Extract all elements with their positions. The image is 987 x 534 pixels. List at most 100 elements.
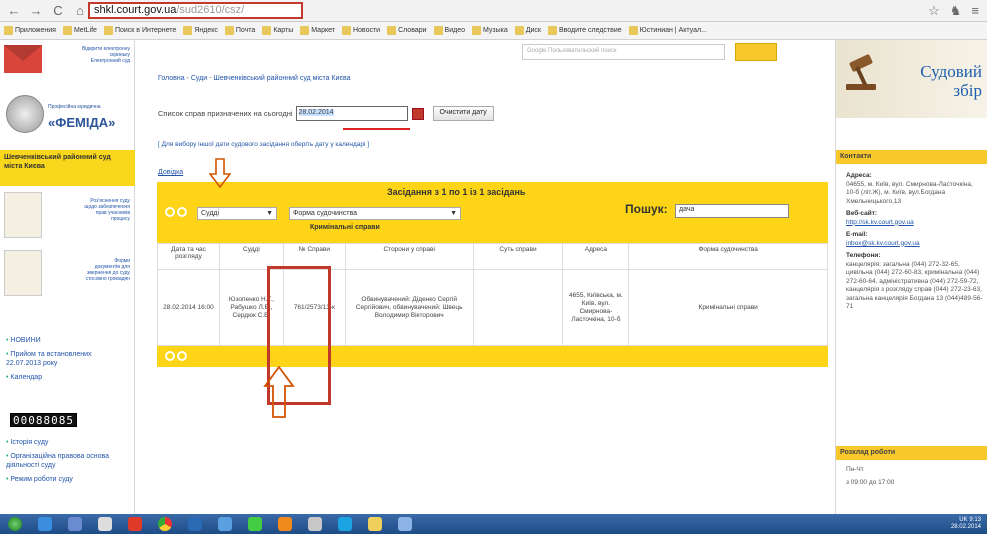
extension-icon[interactable]: ♞	[950, 3, 962, 19]
document-thumbnail[interactable]	[4, 250, 42, 296]
website-label: Веб-сайт:	[846, 210, 878, 217]
femida-title[interactable]: «ФЕМІДА»	[48, 115, 115, 130]
column-header[interactable]: Суть справи	[472, 243, 564, 270]
doc-link-1[interactable]: Роз'яснення суду щодо забезпечення прав уч…	[48, 198, 130, 222]
site-search-input[interactable]: Google Пользовательский поиск	[522, 44, 725, 60]
bookmark-icon	[472, 26, 481, 35]
home-icon[interactable]: ⌂	[72, 3, 88, 19]
sidebar-links: • Історія суду • Організаційна правова о…	[6, 438, 126, 484]
app-icon[interactable]	[218, 517, 232, 531]
column-header[interactable]: Сторони у справі	[344, 243, 474, 270]
sidebar-link[interactable]: • Організаційна правова основа діяльност…	[6, 452, 126, 470]
help-link[interactable]: Довідка	[158, 169, 183, 176]
news-item[interactable]: • Прийом та встановлених 22.07.2013 року	[6, 350, 116, 368]
doc-link-2[interactable]: Форми документів для звернення до суду стос…	[48, 258, 130, 282]
proceeding-form-value: Форма судочинства	[293, 210, 358, 217]
court-fee-banner[interactable]: Судовий збір	[836, 40, 987, 118]
forward-icon[interactable]: →	[28, 3, 44, 19]
bookmark-item[interactable]: Маркет	[300, 26, 335, 35]
table-row[interactable]: 28.02.2014 16:00 Юзопенко Н.Г., Рабушко …	[157, 269, 828, 346]
star-icon[interactable]: ☆	[928, 3, 940, 19]
address-label: Адреса:	[846, 172, 872, 179]
bookmark-item[interactable]: Вводите следствие	[547, 26, 622, 35]
bookmarks-bar: Приложения MetLife Поиск в Интернете Янд…	[0, 22, 987, 40]
proceeding-form-select[interactable]: Форма судочинства ▼	[289, 207, 461, 220]
mail-banner-text[interactable]: Відкрити електронну скриньку Електронний с…	[50, 46, 130, 64]
date-input[interactable]: 28.02.2014	[295, 106, 408, 121]
start-button-icon[interactable]	[8, 517, 22, 531]
app-icon[interactable]	[398, 517, 412, 531]
bookmark-item[interactable]: Приложения	[4, 26, 56, 35]
internet-explorer-icon[interactable]	[38, 517, 52, 531]
system-tray[interactable]: UK 9:13 28.02.2014	[951, 517, 981, 531]
yandex-browser-icon[interactable]	[128, 517, 142, 531]
chrome-icon[interactable]	[158, 517, 172, 531]
results-header: Засідання з 1 по 1 із 1 засідань Судді ▼ …	[157, 182, 828, 243]
table-header-row: Дата та час розгляду Судді № Справи Стор…	[157, 243, 828, 270]
bookmark-item[interactable]: Почта	[224, 26, 255, 35]
windows-explorer-icon[interactable]	[68, 517, 82, 531]
judges-select[interactable]: Судді ▼	[197, 207, 277, 220]
clock-date: 28.02.2014	[950, 524, 981, 530]
arrow-down-icon	[209, 158, 231, 188]
address-bar[interactable]: shkl.court.gov.ua/sud2610/csz/	[88, 2, 303, 19]
email-link[interactable]: inbox@sk.kv.court.gov.ua	[846, 240, 984, 249]
website-link[interactable]: http://sk.kv.court.gov.ua	[846, 219, 984, 228]
prev-page-icon[interactable]	[165, 207, 175, 217]
court-name: Шевченківський районний суд міста Києва	[0, 150, 135, 186]
news-item[interactable]: • Календар	[6, 373, 116, 382]
language-indicator[interactable]: UK	[959, 517, 967, 523]
judges-select-value: Судді	[201, 210, 220, 217]
sidebar-link[interactable]: • Історія суду	[6, 438, 126, 447]
bookmark-item[interactable]: Юстиниан | Актуал...	[628, 26, 707, 35]
date-annotation-underline	[343, 128, 410, 130]
bookmark-item[interactable]: Яндекс	[183, 26, 218, 35]
page-content: Відкрити електронну скриньку Електронний с…	[0, 40, 987, 514]
bookmark-item[interactable]: Музыка	[472, 26, 508, 35]
next-page-icon[interactable]	[177, 351, 187, 361]
bookmark-item[interactable]: Диск	[514, 26, 541, 35]
clear-date-button[interactable]: Очистити дату	[432, 106, 494, 121]
next-page-icon[interactable]	[177, 207, 187, 217]
bookmark-item[interactable]: Словари	[387, 26, 427, 35]
bookmark-item[interactable]: Новости	[341, 26, 380, 35]
bookmark-icon	[341, 26, 351, 35]
app-icon[interactable]	[308, 517, 322, 531]
gavel-icon	[846, 54, 876, 90]
back-icon[interactable]: ←	[6, 3, 22, 19]
breadcrumb-item[interactable]: Шевченківський районний суд міста Києва	[213, 75, 350, 82]
bookmark-item[interactable]: Видео	[433, 26, 465, 35]
bookmark-item[interactable]: Поиск в Интернете	[103, 26, 176, 35]
odnoklassniki-icon[interactable]	[278, 517, 292, 531]
arrow-up-icon	[263, 366, 295, 418]
clock-time: 9:13	[969, 517, 981, 523]
browser-toolbar: ← → C ⌂ shkl.court.gov.ua/sud2610/csz/ ☆…	[0, 0, 987, 22]
sidebar-link[interactable]: • Режим роботи суду	[6, 475, 126, 484]
calendar-icon[interactable]	[411, 107, 424, 120]
folder-icon[interactable]	[368, 517, 382, 531]
bookmark-icon	[514, 26, 524, 35]
hearings-panel: Засідання з 1 по 1 із 1 засідань Судді ▼ …	[157, 182, 828, 405]
app-icon[interactable]	[248, 517, 262, 531]
prev-page-icon[interactable]	[165, 351, 175, 361]
phones-text: канцелярія: загальна (044) 272-32-65, ци…	[846, 260, 983, 311]
menu-icon[interactable]: ≡	[971, 3, 979, 19]
bookmark-icon	[103, 26, 113, 35]
breadcrumb-item[interactable]: Суди	[191, 75, 207, 82]
bookmark-item[interactable]: MetLife	[62, 26, 97, 35]
sidebar-news-list: • НОВИНИ • Прийом та встановлених 22.07.…	[6, 336, 116, 382]
bookmark-icon	[547, 26, 557, 35]
column-header[interactable]: Дата та час розгляду	[157, 243, 220, 270]
column-header[interactable]: Адреса	[562, 243, 630, 270]
media-player-icon[interactable]	[98, 517, 112, 531]
app-icon[interactable]	[188, 517, 202, 531]
results-search-input[interactable]: дача	[675, 204, 789, 218]
document-thumbnail[interactable]	[4, 192, 42, 238]
reload-icon[interactable]: C	[50, 3, 66, 19]
bookmark-item[interactable]: Карты	[262, 26, 293, 35]
column-header[interactable]: Форма судочинства	[628, 243, 828, 270]
breadcrumb-item[interactable]: Головна	[158, 75, 185, 82]
site-search-button[interactable]	[735, 43, 777, 61]
news-item[interactable]: • НОВИНИ	[6, 336, 116, 345]
skype-icon[interactable]	[338, 517, 352, 531]
